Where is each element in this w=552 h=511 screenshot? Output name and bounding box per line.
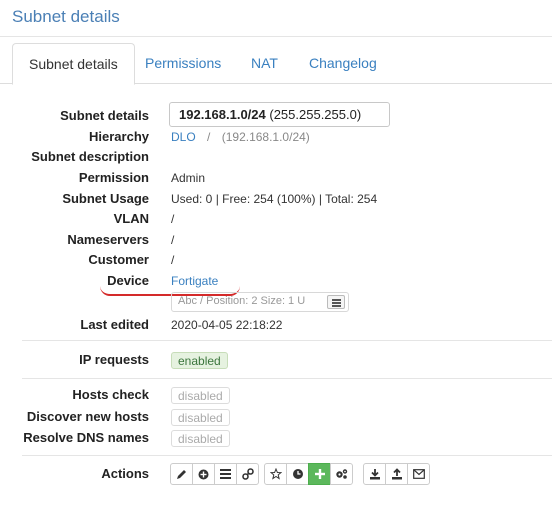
subnet-usage-label: Subnet Usage: [62, 191, 149, 206]
misc-actions-group: [264, 463, 353, 485]
subnet-description-label: Subnet description: [31, 149, 149, 164]
resolve-dns-label: Resolve DNS names: [23, 430, 149, 445]
device-detail-text: Abc / Position: 2 Size: 1 U: [178, 295, 306, 307]
subnet-mask: (255.255.255.0): [269, 107, 362, 122]
hosts-check-label: Hosts check: [72, 387, 149, 402]
tab-nat[interactable]: NAT: [235, 43, 294, 84]
ip-requests-status-badge: enabled: [171, 352, 228, 369]
tab-changelog[interactable]: Changelog: [293, 43, 393, 84]
hosts-check-status-badge: disabled: [171, 387, 230, 404]
star-icon[interactable]: [264, 463, 287, 485]
tab-permissions[interactable]: Permissions: [129, 43, 237, 84]
vlan-label: VLAN: [113, 211, 149, 226]
last-edited-label: Last edited: [80, 317, 149, 332]
subnet-details-label: Subnet details: [60, 108, 149, 123]
download-icon[interactable]: [363, 463, 386, 485]
link-icon[interactable]: [236, 463, 259, 485]
export-actions-group: [363, 463, 430, 485]
hierarchy-separator: /: [207, 130, 211, 144]
section-divider: [22, 378, 552, 379]
section-divider: [22, 455, 552, 456]
section-divider: [22, 340, 552, 341]
list-icon[interactable]: [214, 463, 237, 485]
subnet-usage-value: Used: 0 | Free: 254 (100%) | Total: 254: [171, 192, 378, 206]
last-edited-value: 2020-04-05 22:18:22: [171, 318, 283, 332]
plus-circle-icon[interactable]: [192, 463, 215, 485]
title-divider: [0, 36, 552, 37]
permission-label: Permission: [78, 170, 149, 185]
subnet-address: 192.168.1.0/24: [179, 107, 266, 122]
cogs-icon[interactable]: [330, 463, 353, 485]
hierarchy-root-link[interactable]: DLO: [171, 130, 196, 144]
discover-hosts-status-badge: disabled: [171, 409, 230, 426]
ip-requests-label: IP requests: [79, 352, 149, 367]
tab-subnet-details[interactable]: Subnet details: [12, 43, 135, 85]
hierarchy-label: Hierarchy: [89, 129, 149, 144]
pencil-icon[interactable]: [170, 463, 193, 485]
clock-icon[interactable]: [286, 463, 309, 485]
upload-icon[interactable]: [385, 463, 408, 485]
tab-bar: Subnet details Permissions NAT Changelog: [12, 43, 552, 85]
rack-icon[interactable]: [327, 295, 345, 309]
permission-value: Admin: [171, 171, 206, 185]
actions-label: Actions: [101, 466, 149, 481]
plus-icon[interactable]: [308, 463, 331, 485]
edit-actions-group: [170, 463, 259, 485]
nameservers-label: Nameservers: [67, 232, 149, 247]
customer-label: Customer: [88, 252, 149, 267]
device-detail-box: Abc / Position: 2 Size: 1 U: [171, 292, 349, 312]
resolve-dns-status-badge: disabled: [171, 430, 230, 447]
hierarchy-breadcrumb: DLO / (192.168.1.0/24): [171, 130, 310, 144]
subnet-address-box: 192.168.1.0/24 (255.255.255.0): [169, 102, 390, 127]
discover-hosts-label: Discover new hosts: [26, 409, 149, 424]
page-title: Subnet details: [12, 7, 120, 26]
envelope-icon[interactable]: [407, 463, 430, 485]
nameservers-value: /: [171, 233, 175, 247]
vlan-value: /: [171, 212, 175, 226]
customer-value: /: [171, 253, 175, 267]
hierarchy-current: (192.168.1.0/24): [221, 130, 310, 144]
